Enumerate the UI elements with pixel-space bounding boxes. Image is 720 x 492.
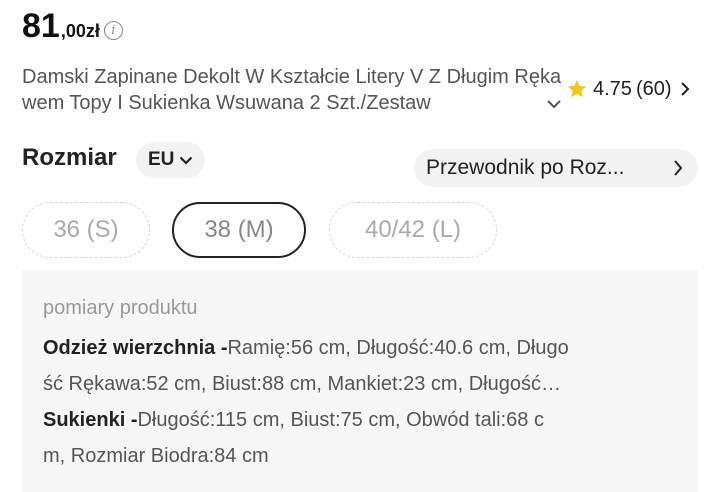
measurement-values: m, Rozmiar Biodra:84 cm	[43, 445, 269, 467]
size-option-label: 36 (S)	[53, 216, 119, 243]
measurement-category-label: Sukienki -	[43, 409, 138, 431]
rating-count: (60)	[635, 77, 672, 100]
price: 81 ,00zł i	[22, 6, 123, 46]
product-title-block[interactable]: Damski Zapinane Dekolt W Kształcie Liter…	[22, 64, 564, 116]
measurements-title: pomiary produktu	[43, 297, 198, 319]
size-option-label: 40/42 (L)	[364, 216, 462, 243]
size-option-40-42-l[interactable]: 40/42 (L)	[329, 202, 497, 258]
chevron-right-icon	[680, 82, 689, 96]
size-label: Rozmiar	[22, 144, 117, 171]
chevron-down-icon	[180, 156, 193, 165]
expand-title-chevron-icon[interactable]	[536, 92, 562, 116]
star-icon	[567, 79, 587, 98]
measurement-line: m, Rozmiar Biodra:84 cm	[43, 438, 683, 474]
size-option-label: 38 (M)	[204, 216, 274, 243]
size-guide-button[interactable]: Przewodnik po Roz...	[414, 149, 698, 187]
measurement-values: ść Rękawa:52 cm, Biust:88 cm, Mankiet:23…	[43, 373, 561, 395]
price-integer: 81	[22, 7, 60, 45]
measurement-line: Sukienki -Długość:115 cm, Biust:75 cm, O…	[43, 402, 683, 438]
size-option-36-s[interactable]: 36 (S)	[22, 202, 150, 258]
product-title: Damski Zapinane Dekolt W Kształcie Liter…	[22, 66, 562, 114]
size-guide-label: Przewodnik po Roz...	[426, 156, 625, 179]
info-icon[interactable]: i	[103, 21, 123, 40]
measurement-values: Długość:115 cm, Biust:75 cm, Obwód tali:…	[137, 409, 544, 431]
measurement-values: Ramię:56 cm, Długość:40.6 cm, Długo	[227, 337, 569, 359]
size-region-dropdown[interactable]: EU	[136, 142, 206, 178]
measurement-line: Odzież wierzchnia -Ramię:56 cm, Długość:…	[43, 330, 683, 366]
price-decimal: ,00zł	[60, 21, 100, 41]
chevron-right-icon	[674, 160, 683, 176]
rating-value: 4.75	[593, 77, 632, 100]
measurement-line: ść Rękawa:52 cm, Biust:88 cm, Mankiet:23…	[43, 366, 683, 402]
size-region-label: EU	[148, 149, 175, 170]
measurement-category-label: Odzież wierzchnia -	[43, 337, 228, 359]
size-option-38-m[interactable]: 38 (M)	[172, 202, 306, 258]
product-measurements: pomiary produktu Odzież wierzchnia -Rami…	[22, 270, 698, 492]
rating[interactable]: 4.75 (60)	[566, 76, 690, 102]
measurements-lines: Odzież wierzchnia -Ramię:56 cm, Długość:…	[43, 330, 683, 474]
